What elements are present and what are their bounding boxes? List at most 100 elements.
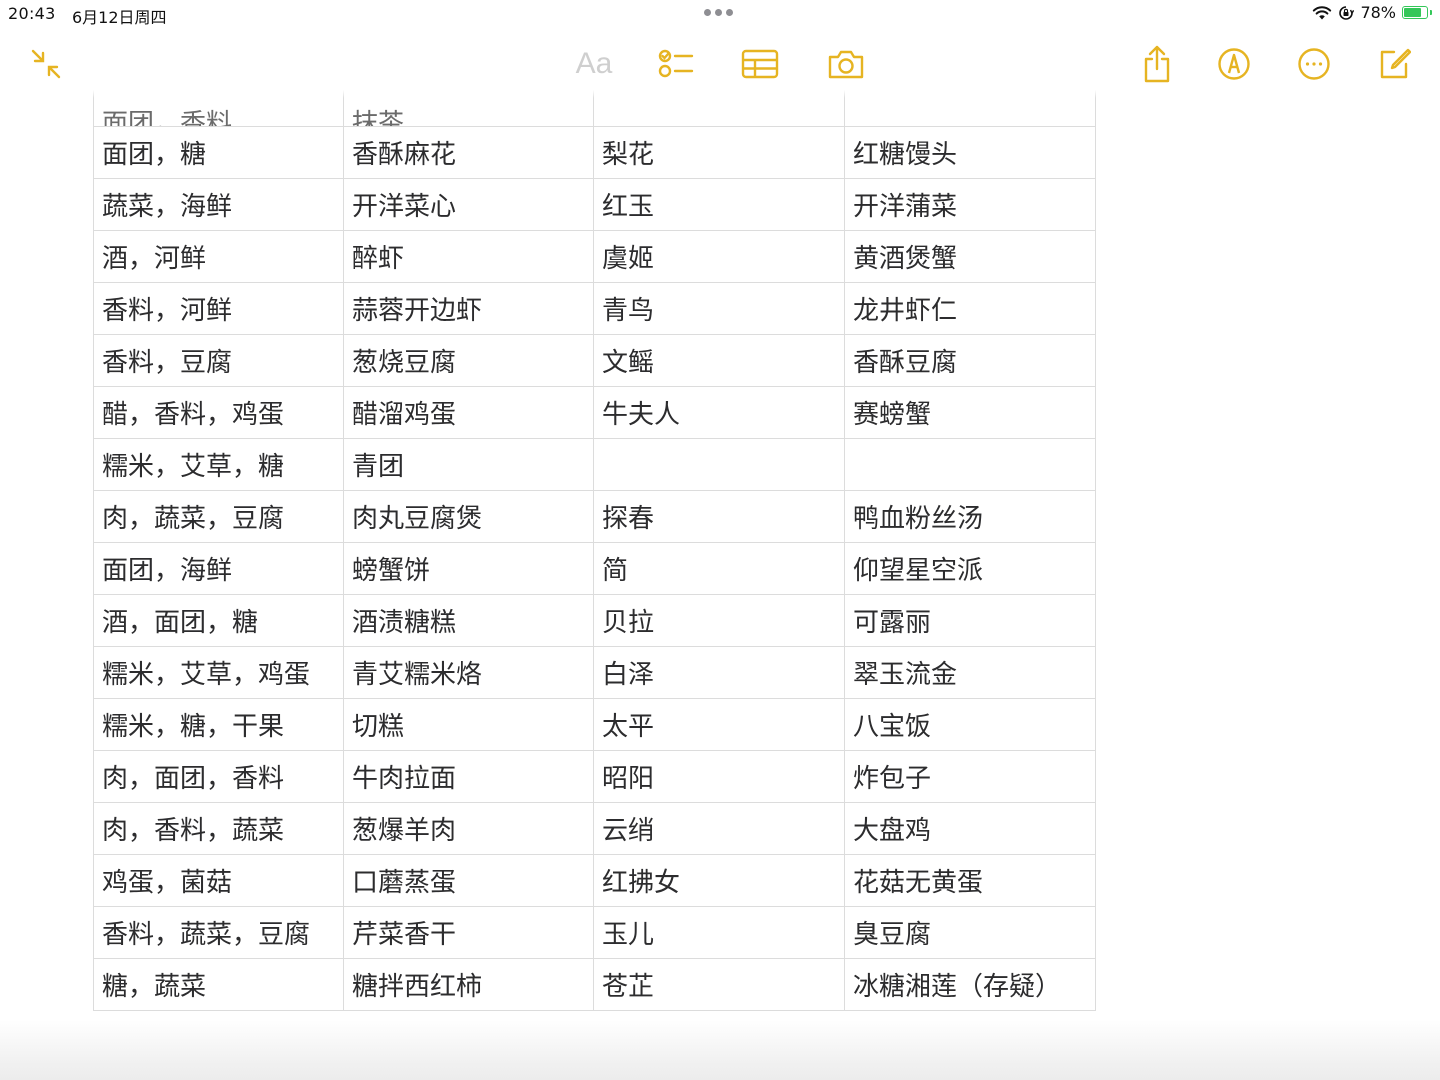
- table-cell[interactable]: 醋，香料，鸡蛋: [93, 386, 344, 439]
- table-cell[interactable]: 梨花: [593, 126, 845, 179]
- table-cell[interactable]: 醋溜鸡蛋: [343, 386, 594, 439]
- table-cell[interactable]: 切糕: [343, 698, 594, 751]
- table-cell[interactable]: 酒，河鲜: [93, 230, 344, 283]
- table-cell[interactable]: 太平: [593, 698, 845, 751]
- format-button[interactable]: Aa: [572, 44, 616, 84]
- table-row[interactable]: 醋，香料，鸡蛋 醋溜鸡蛋 牛夫人 赛螃蟹: [93, 386, 1096, 439]
- table-cell[interactable]: 苍芷: [593, 958, 845, 1011]
- table-row[interactable]: 鸡蛋，菌菇 口蘑蒸蛋 红拂女 花菇无黄蛋: [93, 854, 1096, 907]
- table-cell[interactable]: 玉儿: [593, 906, 845, 959]
- table-cell[interactable]: 蔬菜，海鲜: [93, 178, 344, 231]
- table-cell[interactable]: 芹菜香干: [343, 906, 594, 959]
- table-cell[interactable]: 糯米，艾草，糖: [93, 438, 344, 491]
- table-row[interactable]: 肉，面团，香料 牛肉拉面 昭阳 炸包子: [93, 750, 1096, 803]
- table-cell[interactable]: 红糖馒头: [844, 126, 1096, 179]
- table-cell[interactable]: 糖，蔬菜: [93, 958, 344, 1011]
- table-row[interactable]: 香料，河鲜 蒜蓉开边虾 青鸟 龙井虾仁: [93, 282, 1096, 335]
- table-cell[interactable]: 青鸟: [593, 282, 845, 335]
- table-cell[interactable]: 肉，香料，蔬菜: [93, 802, 344, 855]
- table-row[interactable]: 面团，糖 香酥麻花 梨花 红糖馒头: [93, 126, 1096, 179]
- table-row[interactable]: 酒，河鲜 醉虾 虞姬 黄酒煲蟹: [93, 230, 1096, 283]
- table-row[interactable]: 糖，蔬菜 糖拌西红柿 苍芷 冰糖湘莲（存疑）: [93, 958, 1096, 1011]
- table-cell[interactable]: 简: [593, 542, 845, 595]
- table-row[interactable]: 香料，豆腐 葱烧豆腐 文鳐 香酥豆腐: [93, 334, 1096, 387]
- table-row[interactable]: 肉，香料，蔬菜 葱爆羊肉 云绡 大盘鸡: [93, 802, 1096, 855]
- table-cell[interactable]: [593, 438, 845, 491]
- table-cell[interactable]: 醉虾: [343, 230, 594, 283]
- table-cell[interactable]: 葱烧豆腐: [343, 334, 594, 387]
- table-cell[interactable]: 红拂女: [593, 854, 845, 907]
- table-button[interactable]: [740, 46, 780, 82]
- table-cell[interactable]: 牛肉拉面: [343, 750, 594, 803]
- multitasking-handle[interactable]: [704, 9, 733, 16]
- table-cell[interactable]: 葱爆羊肉: [343, 802, 594, 855]
- cell-text: 花菇无黄蛋: [853, 868, 984, 898]
- table-cell[interactable]: 虞姬: [593, 230, 845, 283]
- table-row[interactable]: 蔬菜，海鲜 开洋菜心 红玉 开洋蒲菜: [93, 178, 1096, 231]
- table-cell[interactable]: 翠玉流金: [844, 646, 1096, 699]
- table-cell[interactable]: 青艾糯米烙: [343, 646, 594, 699]
- table-cell[interactable]: 酒，面团，糖: [93, 594, 344, 647]
- new-note-button[interactable]: [1376, 46, 1412, 82]
- table-row[interactable]: 糯米，糖，干果 切糕 太平 八宝饭: [93, 698, 1096, 751]
- table-cell[interactable]: 大盘鸡: [844, 802, 1096, 855]
- table-cell[interactable]: 糯米，艾草，鸡蛋: [93, 646, 344, 699]
- table-cell[interactable]: 香料，河鲜: [93, 282, 344, 335]
- table-cell[interactable]: 文鳐: [593, 334, 845, 387]
- table-cell[interactable]: 仰望星空派: [844, 542, 1096, 595]
- table-cell[interactable]: 面团，糖: [93, 126, 344, 179]
- table-cell[interactable]: 黄酒煲蟹: [844, 230, 1096, 283]
- table-cell[interactable]: 酒渍糖糕: [343, 594, 594, 647]
- table-cell[interactable]: 香酥麻花: [343, 126, 594, 179]
- table-cell[interactable]: 香料，蔬菜，豆腐: [93, 906, 344, 959]
- table-cell[interactable]: 蒜蓉开边虾: [343, 282, 594, 335]
- table-cell[interactable]: 糯米，糖，干果: [93, 698, 344, 751]
- table-cell[interactable]: 开洋蒲菜: [844, 178, 1096, 231]
- table-cell[interactable]: 云绡: [593, 802, 845, 855]
- table-cell[interactable]: 青团: [343, 438, 594, 491]
- more-button[interactable]: [1296, 46, 1332, 82]
- table-cell[interactable]: 糖拌西红柿: [343, 958, 594, 1011]
- table-cell[interactable]: 面团，海鲜: [93, 542, 344, 595]
- table-cell[interactable]: 牛夫人: [593, 386, 845, 439]
- table-cell[interactable]: 香酥豆腐: [844, 334, 1096, 387]
- table-row[interactable]: 面团，海鲜 螃蟹饼 简 仰望星空派: [93, 542, 1096, 595]
- table-cell[interactable]: 可露丽: [844, 594, 1096, 647]
- table-row[interactable]: 酒，面团，糖 酒渍糖糕 贝拉 可露丽: [93, 594, 1096, 647]
- table-cell[interactable]: 螃蟹饼: [343, 542, 594, 595]
- table-cell[interactable]: 花菇无黄蛋: [844, 854, 1096, 907]
- camera-button[interactable]: [826, 46, 866, 82]
- table-cell[interactable]: 香料，豆腐: [93, 334, 344, 387]
- table-cell[interactable]: 口蘑蒸蛋: [343, 854, 594, 907]
- table-cell[interactable]: 探春: [593, 490, 845, 543]
- markup-button[interactable]: [1216, 46, 1252, 82]
- table-cell[interactable]: 臭豆腐: [844, 906, 1096, 959]
- table-cell[interactable]: 龙井虾仁: [844, 282, 1096, 335]
- table-cell[interactable]: 红玉: [593, 178, 845, 231]
- note-table[interactable]: 面团，香料 抹茶 面团，糖 香酥麻花 梨花 红糖馒头 蔬菜，海鲜 开洋菜心 红玉 开洋蒲菜 酒，河鲜…: [93, 74, 1096, 1011]
- exit-fullscreen-button[interactable]: [28, 46, 64, 82]
- table-row[interactable]: 肉，蔬菜，豆腐 肉丸豆腐煲 探春 鸭血粉丝汤: [93, 490, 1096, 543]
- table-cell[interactable]: [844, 438, 1096, 491]
- cell-text: 醋，香料，鸡蛋: [102, 400, 285, 430]
- table-cell[interactable]: 肉，蔬菜，豆腐: [93, 490, 344, 543]
- table-cell[interactable]: 鸭血粉丝汤: [844, 490, 1096, 543]
- table-cell[interactable]: 赛螃蟹: [844, 386, 1096, 439]
- table-cell[interactable]: 白泽: [593, 646, 845, 699]
- table-row[interactable]: 糯米，艾草，鸡蛋 青艾糯米烙 白泽 翠玉流金: [93, 646, 1096, 699]
- cell-text: 面团，香料: [102, 109, 233, 127]
- cell-text: 简: [602, 556, 629, 586]
- share-button[interactable]: [1140, 42, 1174, 86]
- table-cell[interactable]: 炸包子: [844, 750, 1096, 803]
- table-cell[interactable]: 贝拉: [593, 594, 845, 647]
- table-row[interactable]: 糯米，艾草，糖 青团: [93, 438, 1096, 491]
- table-cell[interactable]: 昭阳: [593, 750, 845, 803]
- table-row[interactable]: 香料，蔬菜，豆腐 芹菜香干 玉儿 臭豆腐: [93, 906, 1096, 959]
- table-cell[interactable]: 肉丸豆腐煲: [343, 490, 594, 543]
- table-cell[interactable]: 冰糖湘莲（存疑）: [844, 958, 1096, 1011]
- checklist-button[interactable]: [656, 46, 696, 82]
- table-cell[interactable]: 肉，面团，香料: [93, 750, 344, 803]
- table-cell[interactable]: 鸡蛋，菌菇: [93, 854, 344, 907]
- table-cell[interactable]: 开洋菜心: [343, 178, 594, 231]
- table-cell[interactable]: 八宝饭: [844, 698, 1096, 751]
